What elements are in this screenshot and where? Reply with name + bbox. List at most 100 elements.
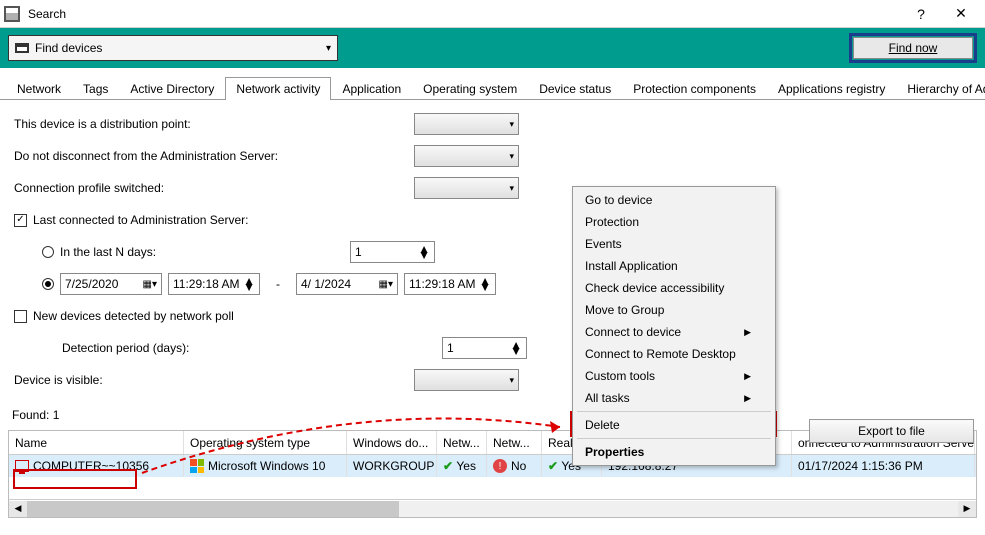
ctx-connect-remote-desktop[interactable]: Connect to Remote Desktop: [573, 343, 775, 365]
ctx-install-application[interactable]: Install Application: [573, 255, 775, 277]
scroll-thumb[interactable]: [27, 501, 399, 517]
ctx-label: Connect to Remote Desktop: [585, 347, 736, 361]
ctx-move-to-group[interactable]: Move to Group: [573, 299, 775, 321]
title-bar: Search ? ✕: [0, 0, 985, 28]
dist-point-combo[interactable]: ▾: [414, 113, 519, 135]
ctx-properties[interactable]: Properties: [573, 441, 775, 463]
visible-label: Device is visible:: [14, 373, 414, 387]
ctx-protection[interactable]: Protection: [573, 211, 775, 233]
ctx-label: Protection: [585, 215, 639, 229]
find-now-outer: Find now: [849, 33, 977, 63]
ctx-label: Move to Group: [585, 303, 664, 317]
tab-applications-registry[interactable]: Applications registry: [767, 77, 896, 100]
ctx-label: All tasks: [585, 391, 630, 405]
h-scrollbar[interactable]: ◀ ▶: [9, 499, 976, 517]
chevron-right-icon: ▶: [744, 393, 751, 404]
tab-hierarchy[interactable]: Hierarchy of Administration Servers: [896, 77, 985, 100]
detection-period-input[interactable]: 1 ▲▼: [442, 337, 527, 359]
ctx-all-tasks[interactable]: All tasks ▶: [573, 387, 775, 409]
date-from-input[interactable]: 7/25/2020 ▦▾: [60, 273, 162, 295]
time-from-input[interactable]: 11:29:18 AM▲▼: [168, 273, 260, 295]
ctx-label: Delete: [585, 418, 620, 432]
ctx-connect-to-device[interactable]: Connect to device ▶: [573, 321, 775, 343]
ctx-events[interactable]: Events: [573, 233, 775, 255]
tab-strip: Network Tags Active Directory Network ac…: [0, 74, 985, 100]
spinner-icon[interactable]: ▲▼: [418, 246, 430, 258]
spinner-icon[interactable]: ▲▼: [243, 278, 255, 290]
tab-network-activity[interactable]: Network activity: [225, 77, 331, 100]
conn-profile-label: Connection profile switched:: [14, 181, 414, 195]
ctx-go-to-device[interactable]: Go to device: [573, 189, 775, 211]
chevron-right-icon: ▶: [744, 327, 751, 338]
detection-period-value: 1: [447, 341, 454, 355]
ctx-delete[interactable]: Delete: [573, 414, 775, 436]
chevron-down-icon: ▾: [509, 151, 514, 162]
tab-application[interactable]: Application: [331, 77, 412, 100]
tab-protection-components[interactable]: Protection components: [622, 77, 767, 100]
ctx-label: Install Application: [585, 259, 678, 273]
no-disconnect-combo[interactable]: ▾: [414, 145, 519, 167]
computer-icon: [15, 460, 29, 472]
calendar-icon: ▦▾: [379, 279, 393, 290]
time-from-value: 11:29:18 AM: [173, 277, 240, 291]
tab-operating-system[interactable]: Operating system: [412, 77, 528, 100]
export-button[interactable]: Export to file: [809, 419, 974, 443]
last-connected-label: Last connected to Administration Server:: [33, 213, 248, 227]
ctx-check-accessibility[interactable]: Check device accessibility: [573, 277, 775, 299]
row-server: 01/17/2024 1:15:36 PM: [792, 455, 975, 477]
help-button[interactable]: ?: [901, 0, 941, 28]
row-name: COMPUTER~~10356: [33, 459, 149, 473]
chevron-down-icon: ▾: [509, 183, 514, 194]
dist-point-label: This device is a distribution point:: [14, 117, 414, 131]
separator: [577, 411, 771, 412]
last-n-days-label: In the last N days:: [60, 245, 350, 259]
ctx-label: Events: [585, 237, 622, 251]
time-to-input[interactable]: 11:29:18 AM▲▼: [404, 273, 496, 295]
date-to-input[interactable]: 4/ 1/2024▦▾: [296, 273, 398, 295]
separator: [577, 438, 771, 439]
range-dash: -: [260, 277, 296, 291]
annotation-arrow: [140, 417, 570, 475]
toolbar: Find devices ▾ Find now: [0, 28, 985, 68]
chevron-right-icon: ▶: [744, 371, 751, 382]
find-now-button[interactable]: Find now: [853, 37, 973, 59]
scroll-track[interactable]: [27, 501, 958, 517]
new-devices-checkbox[interactable]: [14, 310, 27, 323]
context-menu: Go to device Protection Events Install A…: [572, 186, 776, 466]
tab-tags[interactable]: Tags: [72, 77, 119, 100]
date-from-value: 7/25/2020: [65, 277, 118, 291]
conn-profile-combo[interactable]: ▾: [414, 177, 519, 199]
app-icon: [4, 6, 20, 22]
form-area: This device is a distribution point: ▾ D…: [0, 100, 985, 404]
ctx-label: Custom tools: [585, 369, 655, 383]
chevron-down-icon: ▾: [509, 119, 514, 130]
visible-combo[interactable]: ▾: [414, 369, 519, 391]
ctx-label: Go to device: [585, 193, 652, 207]
tab-device-status[interactable]: Device status: [528, 77, 622, 100]
window-title: Search: [28, 7, 901, 21]
ctx-label: Connect to device: [585, 325, 681, 339]
close-button[interactable]: ✕: [941, 0, 981, 28]
ctx-custom-tools[interactable]: Custom tools ▶: [573, 365, 775, 387]
last-connected-checkbox[interactable]: ✓: [14, 214, 27, 227]
scroll-left-icon[interactable]: ◀: [9, 501, 27, 517]
n-days-input[interactable]: 1 ▲▼: [350, 241, 435, 263]
spinner-icon[interactable]: ▲▼: [510, 342, 522, 354]
chevron-down-icon: ▾: [509, 375, 514, 386]
spinner-icon[interactable]: ▲▼: [479, 278, 491, 290]
calendar-icon: ▦▾: [143, 279, 157, 290]
devices-icon: [15, 43, 29, 53]
n-days-value: 1: [355, 245, 362, 259]
detection-period-label: Detection period (days):: [62, 341, 442, 355]
time-to-value: 11:29:18 AM: [409, 277, 476, 291]
ctx-label: Properties: [585, 445, 644, 459]
find-type-label: Find devices: [35, 41, 102, 55]
new-devices-label: New devices detected by network poll: [33, 309, 234, 323]
ctx-label: Check device accessibility: [585, 281, 724, 295]
date-range-radio[interactable]: [42, 278, 54, 290]
scroll-right-icon[interactable]: ▶: [958, 501, 976, 517]
find-type-dropdown[interactable]: Find devices ▾: [8, 35, 338, 61]
tab-active-directory[interactable]: Active Directory: [119, 77, 225, 100]
tab-network[interactable]: Network: [6, 77, 72, 100]
last-n-days-radio[interactable]: [42, 246, 54, 258]
